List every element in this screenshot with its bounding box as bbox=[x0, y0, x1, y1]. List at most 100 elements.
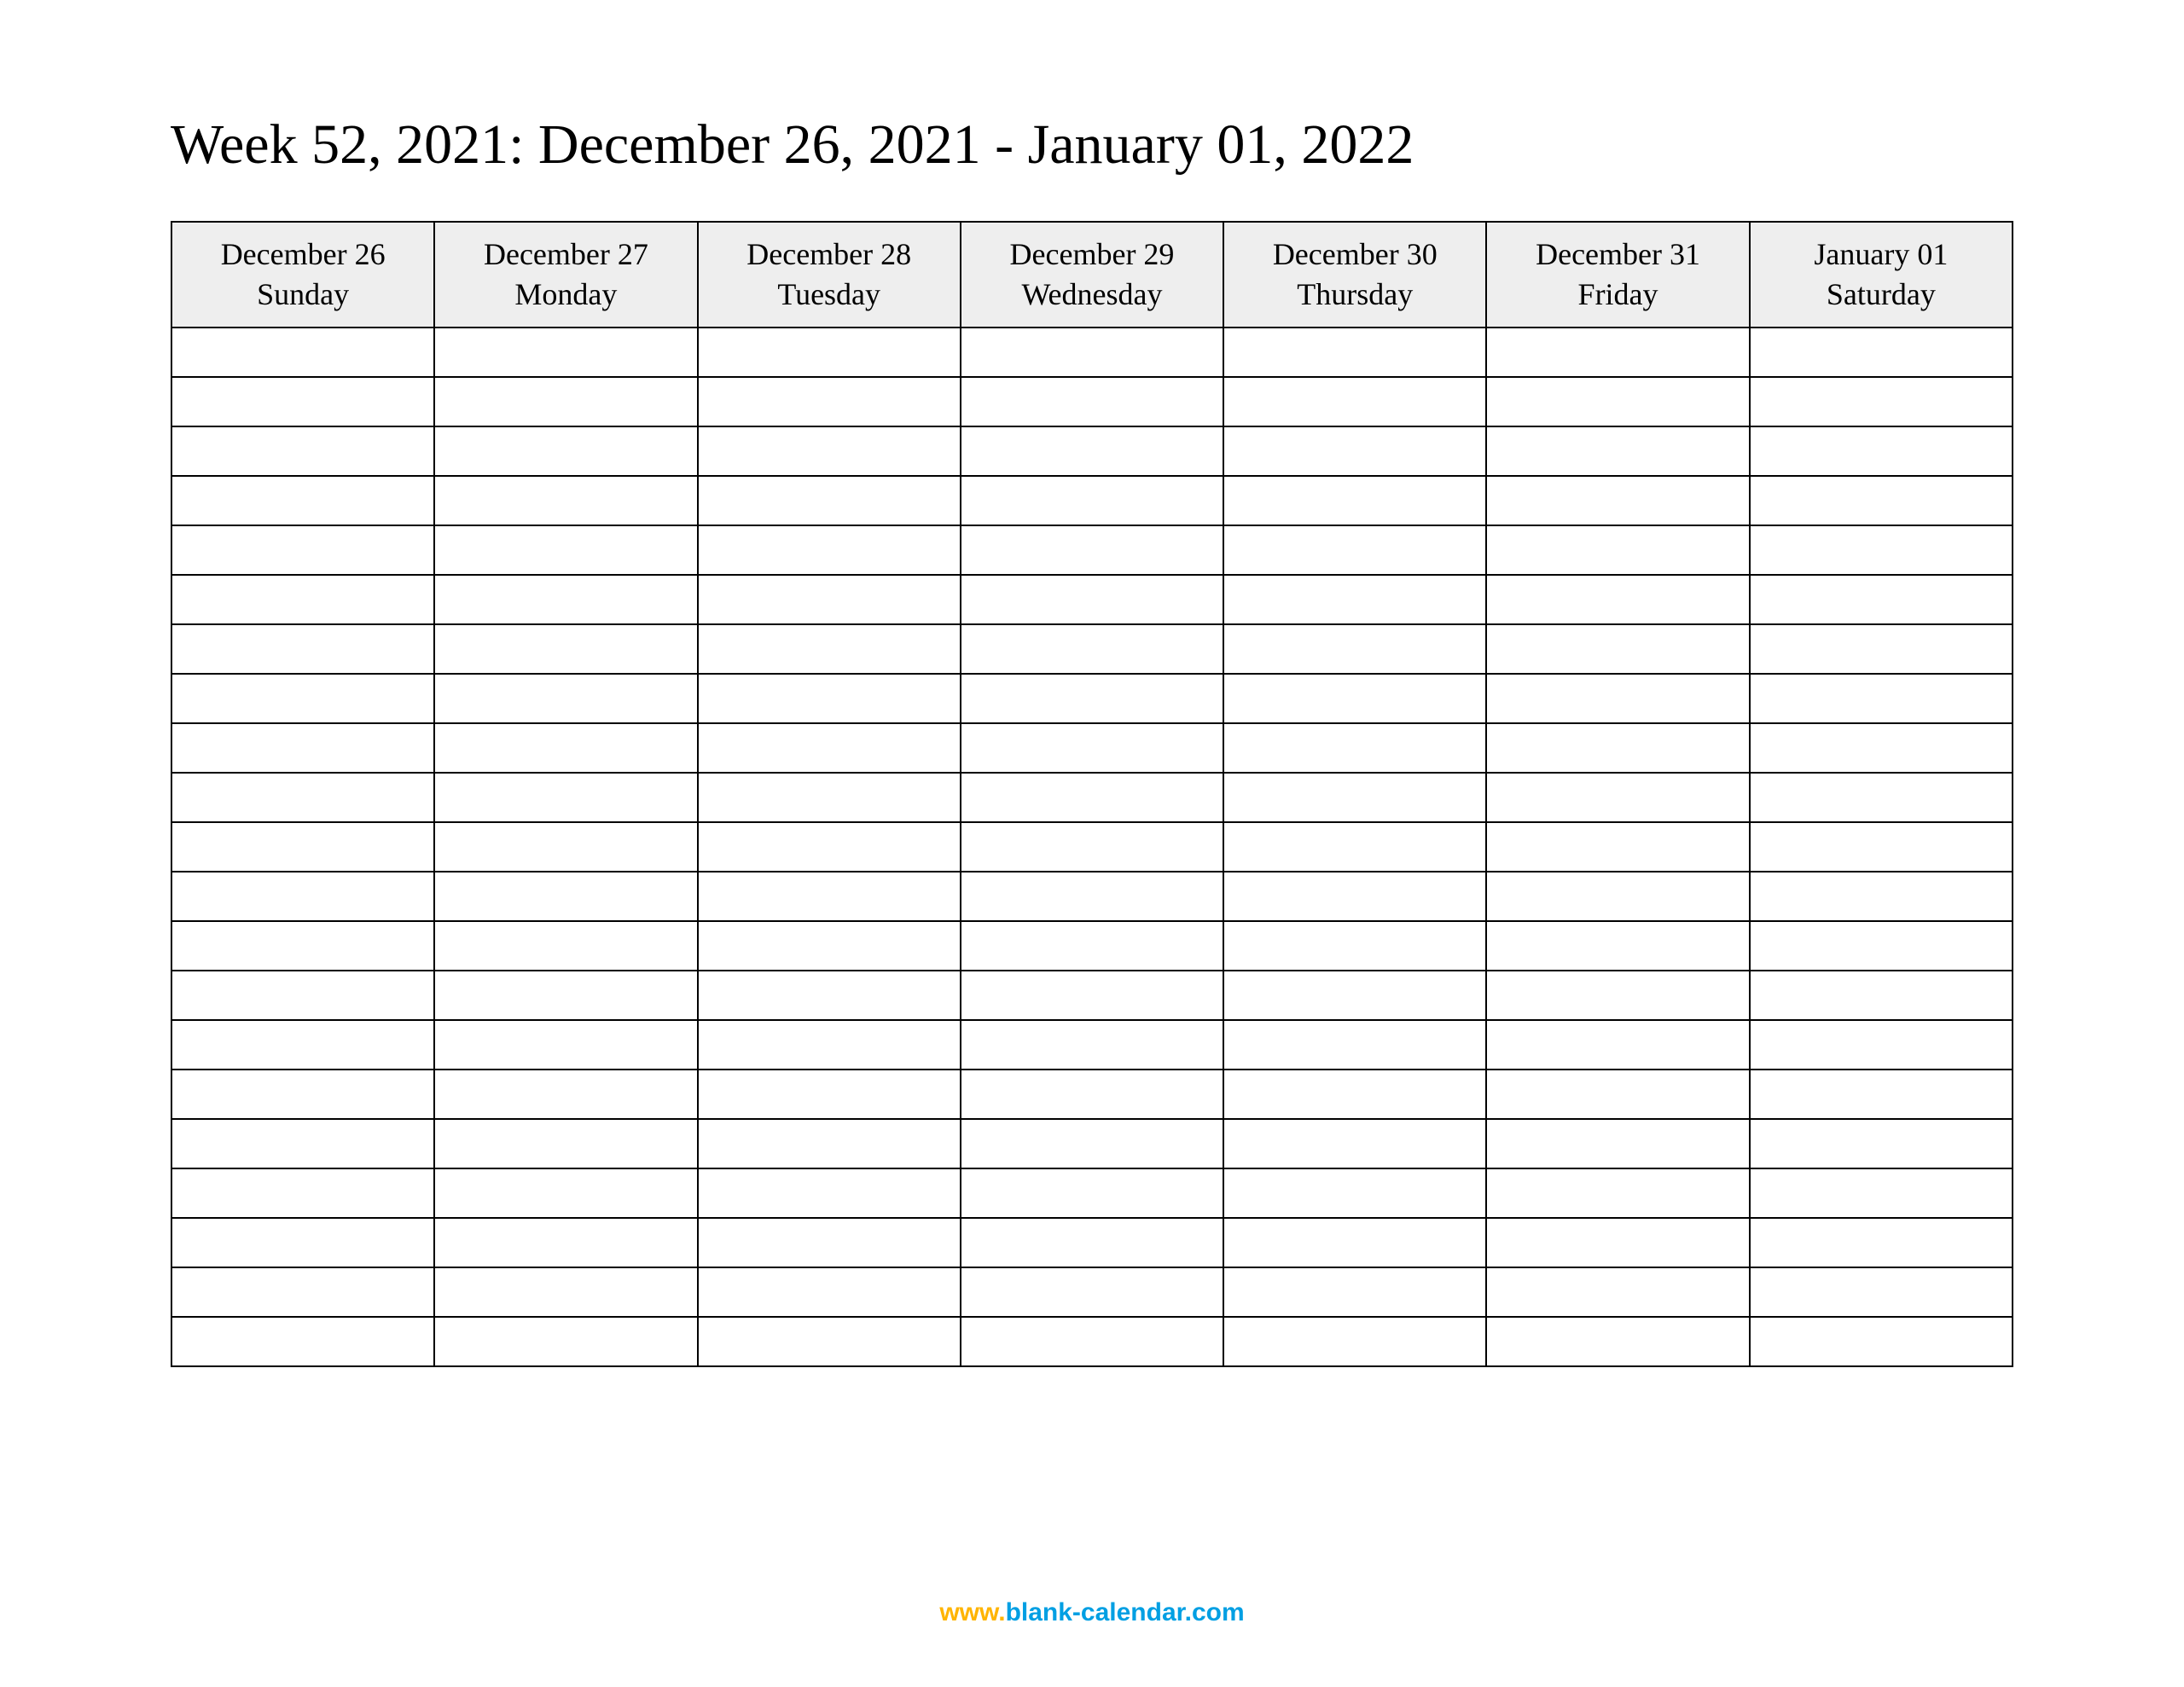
table-row bbox=[171, 1218, 2013, 1267]
calendar-cell bbox=[434, 971, 697, 1020]
calendar-header-row: December 26 Sunday December 27 Monday De… bbox=[171, 222, 2013, 328]
calendar-cell bbox=[1486, 674, 1749, 723]
footer-link: www.blank-calendar.com bbox=[0, 1598, 2184, 1627]
calendar-body bbox=[171, 328, 2013, 1366]
calendar-cell bbox=[1223, 921, 1486, 971]
calendar-cell bbox=[698, 1168, 961, 1218]
calendar-cell bbox=[698, 971, 961, 1020]
calendar-cell bbox=[1750, 1119, 2013, 1168]
col-header-6-date: January 01 bbox=[1754, 235, 2008, 275]
calendar-cell bbox=[171, 1267, 434, 1317]
calendar-cell bbox=[1223, 426, 1486, 476]
calendar-cell bbox=[1486, 921, 1749, 971]
calendar-cell bbox=[698, 525, 961, 575]
calendar-cell bbox=[434, 773, 697, 822]
calendar-cell bbox=[961, 624, 1223, 674]
calendar-cell bbox=[434, 426, 697, 476]
table-row bbox=[171, 674, 2013, 723]
calendar-cell bbox=[1223, 1168, 1486, 1218]
calendar-cell bbox=[698, 426, 961, 476]
calendar-cell bbox=[1750, 1020, 2013, 1070]
calendar-cell bbox=[1223, 624, 1486, 674]
calendar-cell bbox=[961, 1168, 1223, 1218]
col-header-2-day: Tuesday bbox=[702, 275, 956, 315]
calendar-cell bbox=[1750, 426, 2013, 476]
calendar-cell bbox=[171, 328, 434, 377]
calendar-cell bbox=[698, 476, 961, 525]
calendar-cell bbox=[434, 1267, 697, 1317]
calendar-cell bbox=[1750, 1218, 2013, 1267]
calendar-cell bbox=[434, 872, 697, 921]
calendar-cell bbox=[961, 1119, 1223, 1168]
col-header-5-day: Friday bbox=[1490, 275, 1745, 315]
calendar-cell bbox=[1750, 1168, 2013, 1218]
calendar-cell bbox=[1486, 377, 1749, 426]
col-header-0-date: December 26 bbox=[176, 235, 430, 275]
calendar-cell bbox=[171, 426, 434, 476]
calendar-cell bbox=[171, 476, 434, 525]
col-header-4-day: Thursday bbox=[1228, 275, 1482, 315]
table-row bbox=[171, 426, 2013, 476]
calendar-cell bbox=[1223, 872, 1486, 921]
calendar-cell bbox=[1486, 525, 1749, 575]
calendar-cell bbox=[171, 773, 434, 822]
calendar-cell bbox=[434, 723, 697, 773]
calendar-cell bbox=[1223, 822, 1486, 872]
calendar-cell bbox=[961, 723, 1223, 773]
col-header-3-day: Wednesday bbox=[965, 275, 1219, 315]
table-row bbox=[171, 971, 2013, 1020]
calendar-cell bbox=[1750, 377, 2013, 426]
calendar-cell bbox=[1750, 525, 2013, 575]
col-header-5: December 31 Friday bbox=[1486, 222, 1749, 328]
calendar-cell bbox=[698, 822, 961, 872]
calendar-cell bbox=[1486, 1218, 1749, 1267]
calendar-cell bbox=[434, 1218, 697, 1267]
calendar-cell bbox=[961, 426, 1223, 476]
weekly-calendar-table: December 26 Sunday December 27 Monday De… bbox=[171, 221, 2013, 1367]
calendar-cell bbox=[961, 1070, 1223, 1119]
calendar-cell bbox=[1486, 1070, 1749, 1119]
page-title: Week 52, 2021: December 26, 2021 - Janua… bbox=[171, 111, 2013, 178]
calendar-cell bbox=[1223, 377, 1486, 426]
table-row bbox=[171, 1119, 2013, 1168]
calendar-cell bbox=[698, 921, 961, 971]
calendar-cell bbox=[961, 822, 1223, 872]
col-header-3-date: December 29 bbox=[965, 235, 1219, 275]
table-row bbox=[171, 525, 2013, 575]
calendar-cell bbox=[1223, 1119, 1486, 1168]
calendar-cell bbox=[434, 328, 697, 377]
calendar-cell bbox=[1486, 822, 1749, 872]
calendar-cell bbox=[171, 971, 434, 1020]
calendar-cell bbox=[1750, 575, 2013, 624]
table-row bbox=[171, 1168, 2013, 1218]
calendar-cell bbox=[171, 1317, 434, 1366]
col-header-1: December 27 Monday bbox=[434, 222, 697, 328]
calendar-cell bbox=[961, 921, 1223, 971]
calendar-cell bbox=[1486, 1119, 1749, 1168]
calendar-cell bbox=[1486, 575, 1749, 624]
calendar-cell bbox=[1486, 624, 1749, 674]
calendar-cell bbox=[961, 971, 1223, 1020]
calendar-cell bbox=[698, 575, 961, 624]
calendar-cell bbox=[961, 1317, 1223, 1366]
calendar-cell bbox=[1223, 476, 1486, 525]
calendar-cell bbox=[961, 525, 1223, 575]
table-row bbox=[171, 1317, 2013, 1366]
calendar-cell bbox=[1223, 525, 1486, 575]
calendar-cell bbox=[1750, 476, 2013, 525]
calendar-cell bbox=[961, 872, 1223, 921]
calendar-cell bbox=[1750, 971, 2013, 1020]
calendar-cell bbox=[171, 1168, 434, 1218]
calendar-cell bbox=[171, 723, 434, 773]
calendar-cell bbox=[698, 377, 961, 426]
calendar-cell bbox=[961, 575, 1223, 624]
table-row bbox=[171, 328, 2013, 377]
calendar-cell bbox=[434, 1020, 697, 1070]
calendar-cell bbox=[1750, 872, 2013, 921]
table-row bbox=[171, 575, 2013, 624]
calendar-cell bbox=[698, 1020, 961, 1070]
calendar-cell bbox=[698, 1218, 961, 1267]
calendar-cell bbox=[1750, 328, 2013, 377]
calendar-cell bbox=[171, 525, 434, 575]
calendar-cell bbox=[1223, 1317, 1486, 1366]
